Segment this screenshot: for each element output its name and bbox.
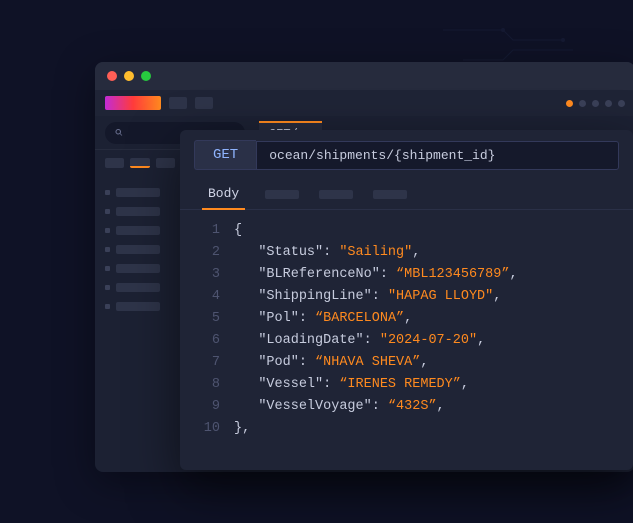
sidebar-item[interactable] [105, 188, 175, 197]
sidebar-list [105, 188, 175, 311]
tab-placeholder[interactable] [319, 190, 353, 199]
line-number-gutter: 12345678910 [180, 220, 234, 460]
brand-logo [105, 96, 161, 110]
search-icon [115, 128, 123, 137]
response-tabs: Body [180, 178, 633, 210]
pager-dot[interactable] [618, 100, 625, 107]
pager-dot[interactable] [592, 100, 599, 107]
sidebar-item[interactable] [105, 245, 175, 254]
tab-placeholder[interactable] [373, 190, 407, 199]
minimize-icon[interactable] [124, 71, 134, 81]
sidebar-tab[interactable] [156, 158, 175, 168]
pager-dot[interactable] [579, 100, 586, 107]
sidebar-item[interactable] [105, 264, 175, 273]
maximize-icon[interactable] [141, 71, 151, 81]
request-row: GET ocean/shipments/{shipment_id} [180, 130, 633, 178]
sidebar [105, 158, 175, 311]
response-panel: GET ocean/shipments/{shipment_id} Body 1… [180, 130, 633, 470]
request-url-input[interactable]: ocean/shipments/{shipment_id} [256, 141, 619, 170]
toolbar-item[interactable] [169, 97, 187, 109]
sidebar-item[interactable] [105, 302, 175, 311]
pager-dot[interactable] [605, 100, 612, 107]
sidebar-item[interactable] [105, 283, 175, 292]
app-toolbar [95, 90, 633, 116]
response-body: 12345678910 { "Status": "Sailing", "BLRe… [180, 210, 633, 470]
window-titlebar [95, 62, 633, 90]
sidebar-item[interactable] [105, 226, 175, 235]
http-method-selector[interactable]: GET [194, 140, 256, 170]
toolbar-item[interactable] [195, 97, 213, 109]
close-icon[interactable] [107, 71, 117, 81]
pager-dots [566, 100, 625, 107]
sidebar-tab-active[interactable] [130, 158, 149, 168]
tab-placeholder[interactable] [265, 190, 299, 199]
sidebar-tab[interactable] [105, 158, 124, 168]
json-code[interactable]: { "Status": "Sailing", "BLReferenceNo": … [234, 220, 633, 460]
pager-dot[interactable] [566, 100, 573, 107]
tab-body[interactable]: Body [194, 178, 253, 209]
sidebar-item[interactable] [105, 207, 175, 216]
